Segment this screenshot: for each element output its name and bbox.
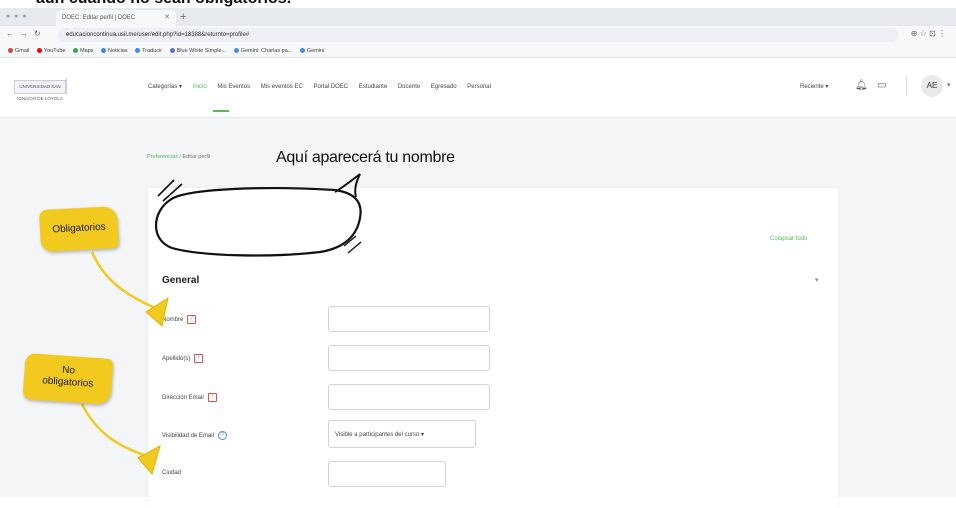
bookmark-gemini-chats[interactable]: Gemini: Charlas pa... — [233, 48, 292, 54]
menu-egresado[interactable]: Egresado — [431, 84, 457, 90]
chevron-down-icon[interactable]: ▾ — [815, 276, 819, 284]
bookmark-maps[interactable]: Maps — [73, 48, 94, 54]
close-tab-icon[interactable]: ✕ — [164, 10, 170, 26]
breadcrumb: Preferencias / Editar perfil — [147, 154, 211, 160]
last-name-input[interactable] — [328, 345, 490, 371]
forward-icon[interactable]: → — [20, 29, 28, 38]
main-menu: Categorías ▾ Inicio Mis Eventos Mis even… — [148, 83, 500, 90]
reload-icon[interactable]: ↻ — [34, 29, 41, 38]
menu-categorias[interactable]: Categorías ▾ — [148, 84, 182, 90]
url-text: educacioncontinua.usil.me/user/edit.php?… — [66, 32, 250, 38]
required-icon: ! — [187, 315, 197, 324]
chat-icon[interactable]: ▭ — [877, 80, 886, 91]
bookmarks-bar: Gmail YouTube Maps Noticias Traducir Blu… — [0, 44, 956, 58]
menu-personal[interactable]: Personal — [467, 84, 491, 90]
menu-portal-doec[interactable]: Portal DOEC — [313, 84, 348, 90]
menu-mis-eventos[interactable]: Mis Eventos — [217, 84, 250, 90]
annotation-name-title: Aquí aparecerá tu nombre — [276, 149, 455, 166]
recent-dropdown[interactable]: Reciente ▾ — [800, 83, 828, 90]
required-icon: ! — [207, 393, 217, 402]
bookmark-blue-white[interactable]: Blue White Simple... — [169, 48, 226, 54]
sticky-note-optional: No obligatorios — [22, 352, 114, 406]
translate-icon — [135, 48, 141, 54]
url-field[interactable]: educacioncontinua.usil.me/user/edit.php?… — [58, 28, 898, 42]
bookmark-translate[interactable]: Traducir — [135, 48, 162, 54]
logo-divider — [66, 78, 67, 94]
email-input[interactable] — [328, 384, 490, 410]
canva-icon — [169, 48, 175, 54]
gemini-icon — [299, 48, 305, 54]
menu-inicio[interactable]: Inicio — [193, 84, 207, 90]
university-logo[interactable]: UNIVERSIDAD SAN IGNACIO DE LOYOLA — [14, 80, 66, 101]
menu-mis-eventos-ec[interactable]: Mis eventos EC — [261, 84, 303, 90]
chevron-down-icon[interactable]: ▾ — [947, 81, 951, 89]
news-icon — [101, 48, 107, 54]
tab-title: DOEC: Editar perfil | DOEC — [62, 15, 136, 21]
new-tab-button[interactable]: + — [180, 10, 186, 24]
field-label-nombre: Nombre! — [162, 315, 197, 324]
bookmark-gemini[interactable]: Gemini — [299, 48, 324, 54]
bookmark-youtube[interactable]: YouTube — [36, 48, 66, 54]
email-visibility-select[interactable]: Visible a participantes del curso ▾ — [328, 420, 476, 448]
info-icon[interactable]: ? — [217, 431, 227, 440]
maps-icon — [73, 48, 79, 54]
required-icon: ! — [194, 354, 204, 363]
gmail-icon — [8, 48, 13, 54]
section-general-header[interactable]: General — [162, 275, 199, 286]
back-icon[interactable]: ← — [6, 29, 14, 38]
menu-docente[interactable]: Docente — [398, 84, 420, 90]
bookmark-news[interactable]: Noticias — [101, 48, 128, 54]
caption-text: aún cuando no sean obligatorios. — [36, 0, 291, 8]
city-input[interactable] — [328, 461, 446, 487]
first-name-input[interactable] — [328, 306, 490, 332]
gemini-icon — [233, 48, 239, 54]
profile-form-card — [148, 188, 838, 508]
menu-estudiante[interactable]: Estudiante — [359, 84, 387, 90]
field-label-email: Dirección Email! — [162, 393, 217, 402]
breadcrumb-current: Editar perfil — [182, 154, 211, 160]
active-menu-indicator — [213, 110, 229, 112]
breadcrumb-preferences[interactable]: Preferencias — [147, 154, 178, 160]
bookmark-gmail[interactable]: Gmail — [8, 48, 29, 54]
field-label-apellidos: Apellido(s)! — [162, 354, 204, 363]
avatar[interactable]: AE — [921, 75, 943, 97]
browser-tab[interactable]: DOEC: Editar perfil | DOEC ✕ — [56, 10, 176, 26]
browser-actions[interactable]: ⊕ ☆ ⊡ ⋮ — [911, 29, 946, 38]
collapse-all-link[interactable]: Colapsar todo — [770, 236, 807, 242]
sticky-note-required: Obligatorios — [38, 205, 120, 253]
window-controls[interactable]: ● ● ● — [6, 13, 28, 20]
field-label-ciudad: Ciudad — [162, 470, 182, 476]
field-label-email-visibility: Visibilidad de Email? — [162, 431, 227, 440]
navbar-divider — [906, 76, 907, 96]
youtube-icon — [36, 48, 42, 54]
bell-icon[interactable]: 🔔︎ — [855, 80, 868, 91]
